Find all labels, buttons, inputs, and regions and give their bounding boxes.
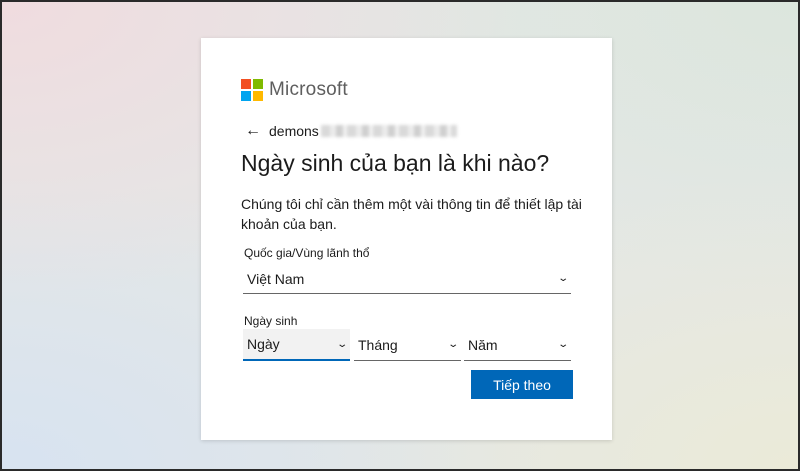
signup-card: Microsoft ← demons Ngày sinh của bạn là … [201,38,612,440]
screenshot-frame: Microsoft ← demons Ngày sinh của bạn là … [0,0,800,471]
chevron-down-icon: ⌄ [335,338,348,350]
page-description: Chúng tôi chỉ cần thêm một vài thông tin… [241,196,582,232]
birth-year-select[interactable]: Năm ⌄ [464,329,571,361]
email-redaction-blur [320,125,457,137]
chevron-down-icon: ⌄ [446,339,459,350]
microsoft-logo: Microsoft [241,79,348,101]
birth-day-select[interactable]: Ngày ⌄ [243,329,350,361]
chevron-down-icon: ⌄ [556,339,569,350]
microsoft-logo-text: Microsoft [269,79,348,100]
microsoft-logo-icon [241,79,263,101]
arrow-left-icon[interactable]: ← [245,122,261,140]
next-button[interactable]: Tiếp theo [471,370,573,399]
country-select[interactable]: Việt Nam ⌄ [243,264,571,294]
identity-email: demons [269,123,319,139]
birth-year-value: Năm [468,336,498,353]
chevron-down-icon: ⌄ [556,273,569,284]
birth-month-select[interactable]: Tháng ⌄ [354,329,461,361]
page-title: Ngày sinh của bạn là khi nào? [241,150,550,176]
identity-banner: ← demons [245,122,457,140]
birthdate-label: Ngày sinh [244,314,298,328]
birth-day-value: Ngày [247,336,280,352]
country-label: Quốc gia/Vùng lãnh thổ [244,246,370,260]
country-select-value: Việt Nam [247,270,305,287]
birth-month-value: Tháng [358,336,398,353]
